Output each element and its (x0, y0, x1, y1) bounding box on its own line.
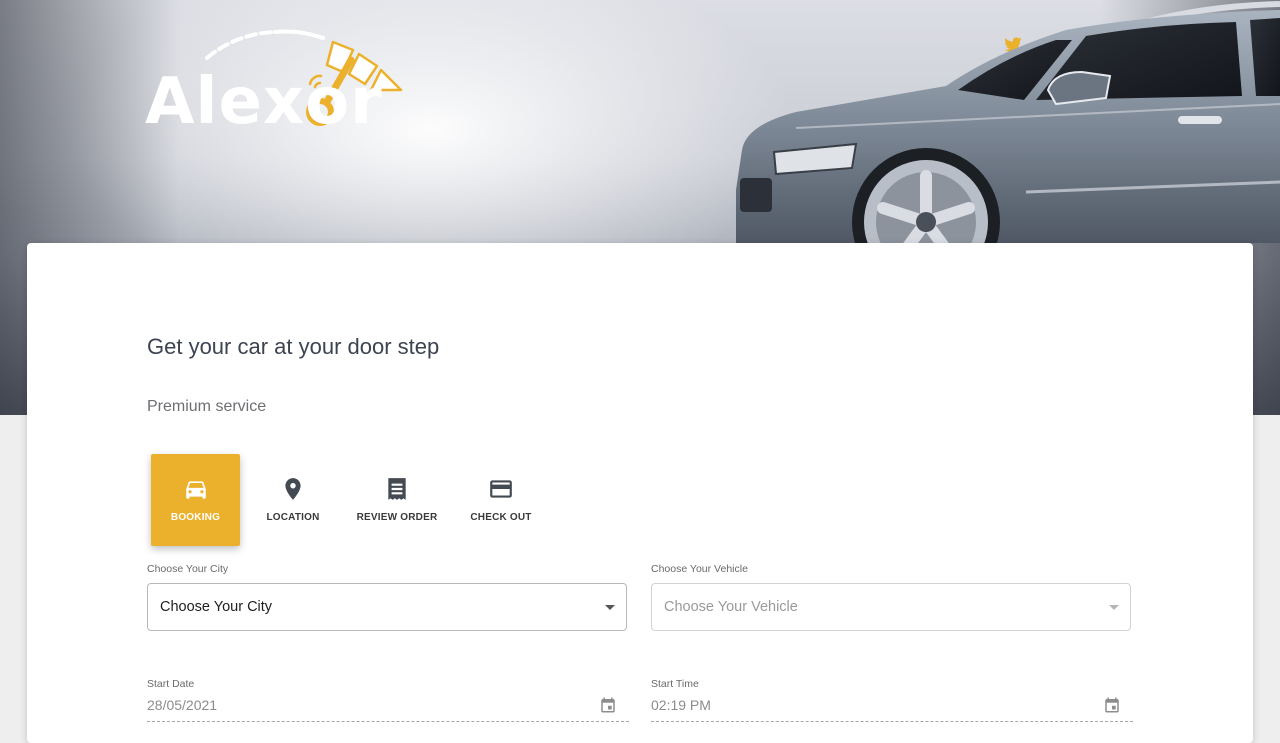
start-time-input[interactable]: 02:19 PM (651, 695, 1133, 722)
chevron-down-icon (605, 605, 615, 610)
step-location-label: LOCATION (266, 512, 320, 523)
calendar-icon[interactable] (599, 696, 617, 714)
vehicle-select[interactable]: Choose Your Vehicle (651, 583, 1131, 631)
city-select-value: Choose Your City (160, 599, 273, 615)
step-review-order-label: REVIEW ORDER (356, 512, 438, 523)
start-date-input[interactable]: 28/05/2021 (147, 695, 629, 722)
location-pin-icon (285, 478, 301, 500)
credit-card-icon (490, 480, 512, 498)
page-title: Get your car at your door step (147, 334, 440, 359)
vehicle-field-label: Choose Your Vehicle (651, 563, 748, 575)
step-location[interactable]: LOCATION (253, 454, 333, 546)
car-icon (185, 481, 206, 499)
start-date-label: Start Date (147, 678, 195, 690)
step-check-out[interactable]: CHECK OUT (463, 454, 539, 546)
vehicle-select-value: Choose Your Vehicle (664, 599, 798, 615)
page-subtitle: Premium service (147, 398, 267, 415)
step-booking-label: BOOKING (170, 512, 221, 523)
car-image (736, 1, 1280, 243)
start-date-value: 28/05/2021 (147, 697, 218, 713)
step-check-out-label: CHECK OUT (470, 512, 532, 523)
brand-logo[interactable]: Alexor (145, 28, 407, 138)
chevron-down-icon (1109, 605, 1119, 610)
city-field-label: Choose Your City (147, 563, 229, 575)
logo-text: Alexor (145, 65, 383, 139)
step-review-order[interactable]: REVIEW ORDER (353, 454, 441, 546)
booking-card: Get your car at your door step Premium s… (27, 243, 1253, 743)
step-booking[interactable]: BOOKING (151, 454, 240, 546)
start-time-label: Start Time (651, 678, 699, 690)
calendar-icon[interactable] (1103, 696, 1121, 714)
start-time-value: 02:19 PM (651, 697, 711, 713)
city-select[interactable]: Choose Your City (147, 583, 627, 631)
receipt-icon (388, 478, 406, 500)
